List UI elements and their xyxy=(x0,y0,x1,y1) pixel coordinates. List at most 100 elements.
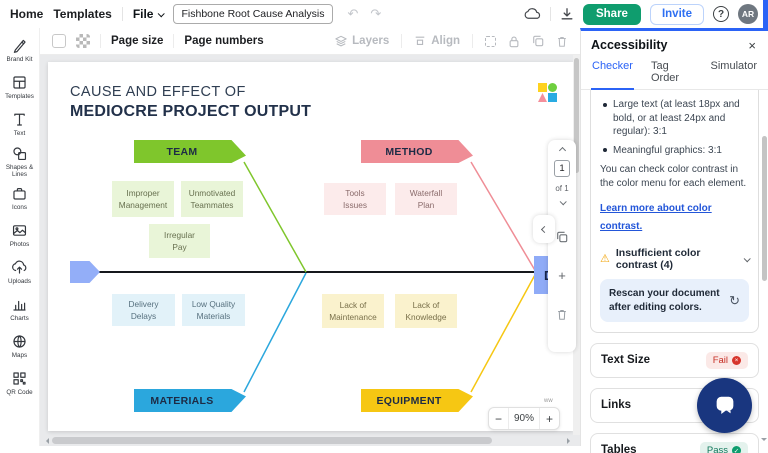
scroll-right-arrow[interactable] xyxy=(567,438,573,444)
templates-link[interactable]: Templates xyxy=(53,7,111,21)
cause-box[interactable]: Improper Management xyxy=(112,181,174,217)
cause-box[interactable]: Lack of Maintenance xyxy=(322,294,384,328)
text-icon xyxy=(11,111,28,128)
status-badge-fail: Fail × xyxy=(706,352,748,369)
sidebar-item-charts[interactable]: Charts xyxy=(0,291,40,328)
sidebar-item-shapes-lines[interactable]: Shapes & Lines xyxy=(0,143,40,180)
divider xyxy=(173,34,174,48)
layers-button[interactable]: Layers xyxy=(335,35,389,47)
lock-icon[interactable] xyxy=(508,35,520,48)
sidebar-item-text[interactable]: Text xyxy=(0,106,40,143)
share-button[interactable]: Share xyxy=(583,4,641,25)
divider xyxy=(550,7,551,21)
file-menu[interactable]: File xyxy=(133,7,164,21)
sidebar-item-qr-code[interactable]: QR Code xyxy=(0,365,40,402)
contrast-note: You can check color contrast in the colo… xyxy=(600,163,749,190)
undo-icon[interactable]: ↶ xyxy=(347,6,358,22)
help-button[interactable]: ? xyxy=(713,6,729,22)
category-banner-materials[interactable]: MATERIALS xyxy=(134,389,246,412)
sidebar-item-label: Brand Kit xyxy=(7,56,33,63)
sidebar-item-label: Uploads xyxy=(8,278,31,285)
chat-bubble-icon xyxy=(712,393,738,419)
tab-simulator[interactable]: Simulator xyxy=(710,57,758,89)
check-label: Text Size xyxy=(601,353,650,367)
cause-box[interactable]: Waterfall Plan xyxy=(395,183,457,215)
layers-label: Layers xyxy=(352,35,389,47)
canvas-workspace[interactable]: CAUSE AND EFFECT OF MEDIOCRE PROJECT OUT… xyxy=(40,55,580,446)
page-up-icon[interactable] xyxy=(558,147,565,154)
cause-box[interactable]: Delivery Delays xyxy=(112,294,175,326)
category-banner-team[interactable]: TEAM xyxy=(134,140,246,163)
trash-icon[interactable] xyxy=(556,35,568,48)
scroll-left-arrow[interactable] xyxy=(43,438,49,444)
download-icon[interactable] xyxy=(560,7,574,21)
design-page[interactable]: CAUSE AND EFFECT OF MEDIOCRE PROJECT OUT… xyxy=(48,62,573,431)
sidebar-item-maps[interactable]: Maps xyxy=(0,328,40,365)
cause-box[interactable]: Irregular Pay xyxy=(149,224,210,258)
filename-input[interactable] xyxy=(173,4,333,24)
divider xyxy=(122,7,123,21)
bar-chart-icon xyxy=(11,296,28,313)
zoom-out-button[interactable]: − xyxy=(489,408,508,429)
help-chat-button[interactable] xyxy=(697,378,752,433)
panel-scroll-down-arrow[interactable] xyxy=(761,438,767,444)
home-link[interactable]: Home xyxy=(10,7,43,21)
transform-icon[interactable] xyxy=(485,36,496,47)
page-color-swatch[interactable] xyxy=(52,34,66,48)
page-size-button[interactable]: Page size xyxy=(111,35,163,47)
layers-icon xyxy=(335,35,347,47)
sidebar-item-photos[interactable]: Photos xyxy=(0,217,40,254)
pass-icon: ✓ xyxy=(732,446,741,453)
zoom-level[interactable]: 90% xyxy=(508,408,540,429)
check-label: Links xyxy=(601,398,631,412)
duplicate-icon[interactable] xyxy=(532,35,544,47)
panel-tabs: Checker Tag Order Simulator xyxy=(581,57,768,90)
file-menu-label: File xyxy=(133,7,154,21)
zoom-in-button[interactable]: + xyxy=(540,408,559,429)
scrollbar-thumb[interactable] xyxy=(52,437,492,444)
check-card-text-size[interactable]: Text Size Fail × xyxy=(590,343,759,378)
warning-label: Insufficient color contrast (4) xyxy=(616,247,738,271)
sidebar-item-uploads[interactable]: Uploads xyxy=(0,254,40,291)
chevron-left-icon xyxy=(540,225,547,232)
cause-box[interactable]: Unmotivated Teammates xyxy=(181,181,243,217)
add-page-icon[interactable]: + xyxy=(558,269,566,282)
tab-checker[interactable]: Checker xyxy=(591,57,634,90)
page-number-input[interactable]: 1 xyxy=(554,160,570,177)
contrast-warning-row[interactable]: ⚠ Insufficient color contrast (4) xyxy=(600,247,749,271)
sidebar-item-brand-kit[interactable]: Brand Kit xyxy=(0,32,40,69)
globe-icon xyxy=(11,333,28,350)
editor-toolbar: Page size Page numbers Layers Align xyxy=(40,28,580,55)
category-banner-equipment[interactable]: EQUIPMENT xyxy=(361,389,473,412)
refresh-icon[interactable]: ↻ xyxy=(729,293,740,309)
close-icon[interactable]: × xyxy=(748,39,756,52)
avatar[interactable]: AR xyxy=(738,4,758,24)
panel-scrollbar-thumb[interactable] xyxy=(762,136,767,281)
chevron-down-icon[interactable] xyxy=(744,255,751,262)
cause-box[interactable]: Low Quality Materials xyxy=(182,294,245,326)
warning-icon: ⚠ xyxy=(600,254,610,265)
cause-box[interactable]: Tools Issues xyxy=(324,183,386,215)
invite-button[interactable]: Invite xyxy=(650,4,704,25)
tab-tag-order[interactable]: Tag Order xyxy=(650,57,694,89)
check-card-tables[interactable]: Tables Pass ✓ xyxy=(590,433,759,453)
align-button[interactable]: Align xyxy=(414,35,460,47)
sidebar-item-icons[interactable]: Icons xyxy=(0,180,40,217)
horizontal-scrollbar[interactable] xyxy=(43,436,573,445)
cause-box[interactable]: Lack of Knowledge xyxy=(395,294,457,328)
contrast-learn-more-link[interactable]: Learn more about color contrast. xyxy=(600,203,712,232)
redo-icon[interactable]: ↷ xyxy=(370,6,381,22)
sidebar-item-templates[interactable]: Templates xyxy=(0,69,40,106)
transparency-swatch[interactable] xyxy=(76,34,90,48)
cloud-sync-icon[interactable] xyxy=(524,7,541,21)
collapse-panel-button[interactable] xyxy=(533,215,555,243)
align-icon xyxy=(414,35,426,47)
divider xyxy=(401,34,402,48)
duplicate-page-icon[interactable] xyxy=(556,231,568,243)
brand-kit-icon xyxy=(11,37,28,54)
page-numbers-button[interactable]: Page numbers xyxy=(184,35,263,47)
page-down-icon[interactable] xyxy=(559,198,566,205)
delete-page-icon[interactable] xyxy=(556,308,568,321)
category-banner-method[interactable]: METHOD xyxy=(361,140,473,163)
photo-icon xyxy=(11,222,28,239)
